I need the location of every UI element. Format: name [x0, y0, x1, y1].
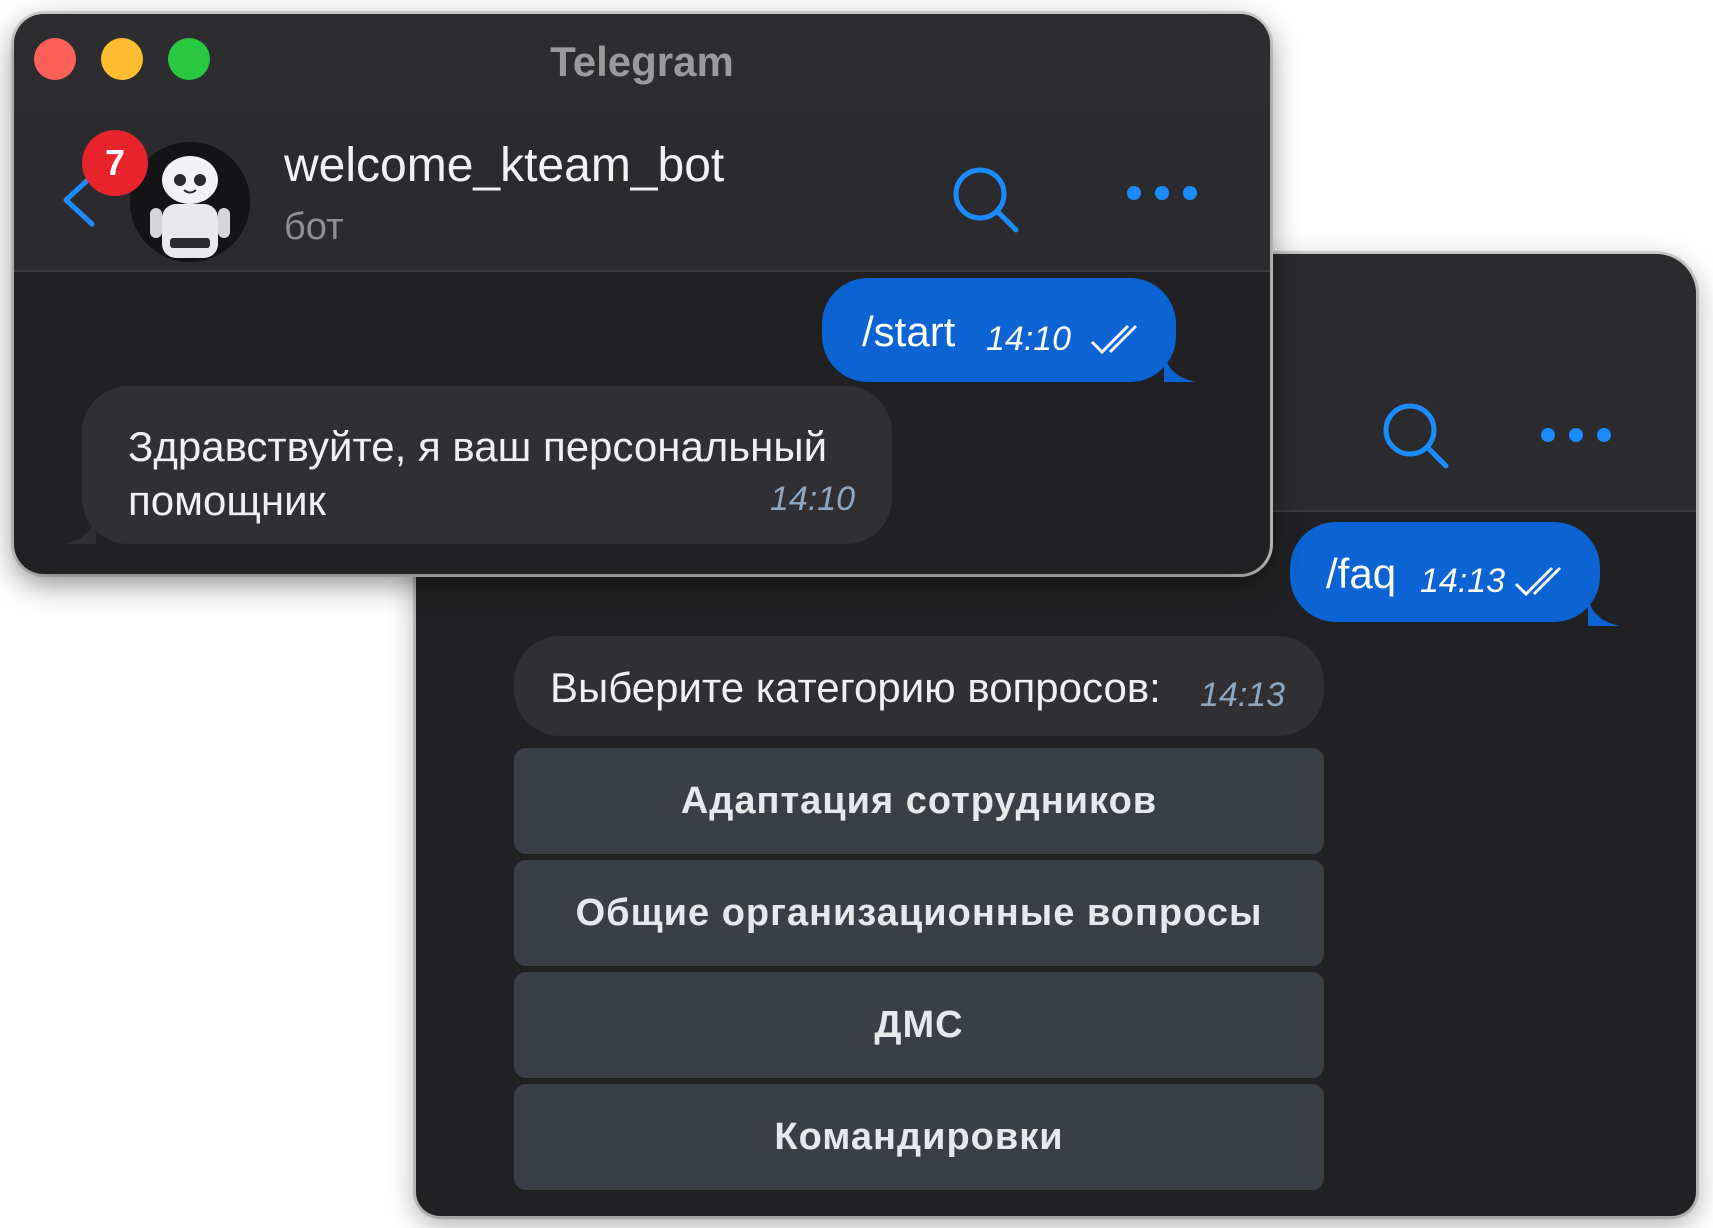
search-icon[interactable]: [946, 160, 1026, 240]
avatar[interactable]: [130, 142, 250, 262]
bubble-tail: [1164, 354, 1196, 382]
chat-title[interactable]: welcome_kteam_bot: [284, 138, 724, 193]
message-bubble-incoming[interactable]: Выберите категорию вопросов: 14:13: [514, 636, 1324, 736]
message-time: 14:13: [1200, 676, 1286, 714]
message-bubble-outgoing[interactable]: /faq 14:13: [1290, 522, 1600, 622]
message-time: 14:13: [1420, 562, 1506, 600]
double-check-icon: [1514, 566, 1562, 597]
more-icon[interactable]: [1122, 178, 1202, 208]
message-text: /faq: [1326, 550, 1397, 597]
double-check-icon: [1090, 324, 1138, 355]
message-bubble-outgoing[interactable]: /start 14:10: [822, 278, 1176, 382]
search-icon[interactable]: [1376, 396, 1456, 476]
more-icon[interactable]: [1536, 420, 1616, 450]
message-time: 14:10: [986, 320, 1072, 358]
message-text: /start: [862, 308, 956, 355]
keyboard-button-business-trips[interactable]: Командировки: [514, 1084, 1324, 1190]
message-time: 14:10: [770, 480, 856, 518]
window-titlebar: Telegram: [14, 14, 1270, 106]
chat-header: 7 welcome_kteam_bot бот: [14, 106, 1270, 272]
keyboard-button-general-questions[interactable]: Общие организационные вопросы: [514, 860, 1324, 966]
unread-badge: 7: [82, 130, 148, 196]
window-title: Telegram: [550, 38, 734, 85]
bubble-tail: [64, 516, 96, 544]
message-text: Выберите категорию вопросов:: [550, 664, 1161, 711]
keyboard-button-dms[interactable]: ДМС: [514, 972, 1324, 1078]
screenshot-stage: /faq 14:13 Выберите категорию вопросов: …: [0, 0, 1713, 1228]
bubble-tail: [1588, 598, 1620, 626]
message-bubble-incoming[interactable]: Здравствуйте, я ваш персональный помощни…: [82, 386, 892, 544]
keyboard-button-adaptation[interactable]: Адаптация сотрудников: [514, 748, 1324, 854]
message-text: Здравствуйте, я ваш персональный помощни…: [128, 423, 828, 524]
robot-avatar-icon: [130, 142, 250, 262]
chat-subtitle: бот: [284, 206, 344, 248]
